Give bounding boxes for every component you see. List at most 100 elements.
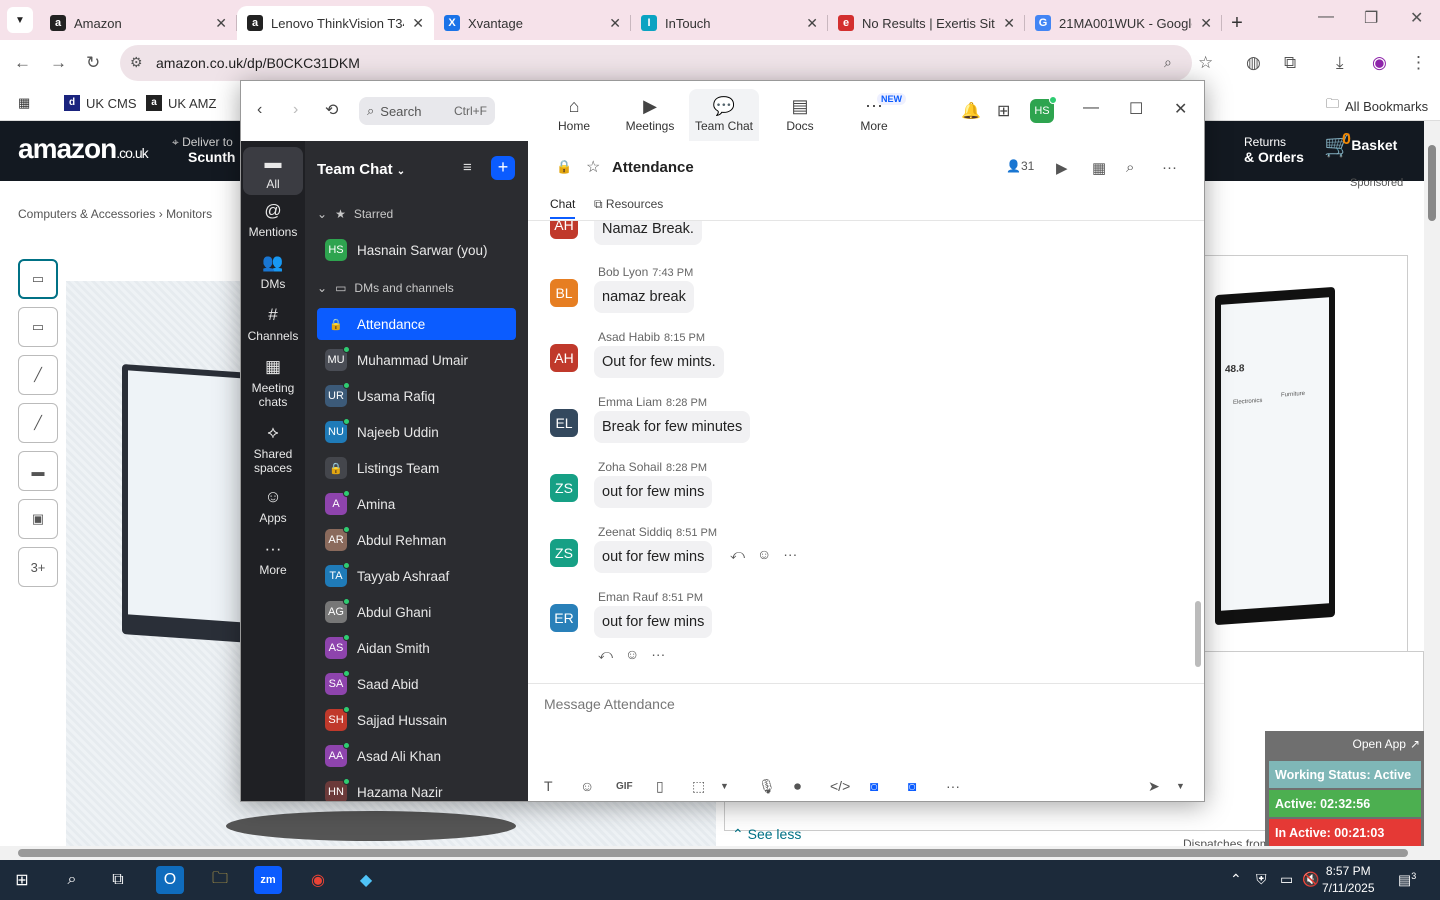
close-tab-icon[interactable]: ✕ xyxy=(1200,15,1212,32)
history-icon[interactable]: ⟲ xyxy=(325,100,338,120)
calendar-icon[interactable]: ▦ xyxy=(1092,159,1106,177)
open-app-button[interactable]: Open App ↗ xyxy=(1353,737,1420,751)
close-tab-icon[interactable]: ✕ xyxy=(806,15,818,32)
video-icon[interactable]: ▶ xyxy=(1056,159,1068,177)
avatar[interactable]: ZS xyxy=(550,539,578,567)
channel-list-item[interactable]: HN Hazama Nazir xyxy=(317,776,516,801)
channel-list-item[interactable]: UR Usama Rafiq xyxy=(317,380,516,412)
scrollbar-thumb[interactable] xyxy=(18,849,1408,857)
new-chat-button[interactable]: + xyxy=(491,156,515,180)
nav-team-chat[interactable]: 💬 Team Chat xyxy=(689,89,759,141)
channel-title[interactable]: Attendance xyxy=(612,159,694,176)
all-bookmarks-button[interactable]: 🗀 All Bookmarks xyxy=(1326,95,1428,117)
search-icon[interactable]: ⌕ xyxy=(1126,159,1134,176)
minimize-icon[interactable]: — xyxy=(1318,8,1334,26)
channel-list-item[interactable]: AG Abdul Ghani xyxy=(317,596,516,628)
basket-link[interactable]: 🛒 0 Basket xyxy=(1324,131,1397,159)
outlook-icon[interactable]: O xyxy=(156,866,184,894)
rail-channels[interactable]: # Channels xyxy=(243,305,303,343)
star-outline-icon[interactable]: ☆ xyxy=(586,157,600,177)
product-thumbnail[interactable]: ▣ xyxy=(18,499,58,539)
video-message-icon[interactable]: ⏺ xyxy=(794,778,801,795)
emoji-reaction-icon[interactable]: ☺ xyxy=(757,546,771,563)
message-author[interactable]: Asad Habib 8:15 PM xyxy=(598,330,705,344)
avatar[interactable]: AH xyxy=(550,344,578,372)
network-icon[interactable]: ▭ xyxy=(1280,871,1293,888)
tab-search-button[interactable]: ▼ xyxy=(0,0,40,40)
filter-icon[interactable]: ≡ xyxy=(463,159,472,176)
more-options-icon[interactable]: ··· xyxy=(1162,159,1177,176)
product-thumbnail[interactable]: ▭ xyxy=(18,307,58,347)
screenshot-icon[interactable]: ⬚ xyxy=(692,778,705,795)
extensions-icon[interactable]: ⧉ xyxy=(1284,53,1296,73)
code-icon[interactable]: </> xyxy=(830,778,850,794)
more-thumbnails[interactable]: 3+ xyxy=(18,547,58,587)
message-author[interactable]: Zeenat Siddiq 8:51 PM xyxy=(598,525,717,539)
close-tab-icon[interactable]: ✕ xyxy=(1003,15,1015,32)
notifications-button[interactable]: ▤3 xyxy=(1398,871,1416,889)
bookmark-uk-amz[interactable]: a UK AMZ xyxy=(146,95,216,111)
channel-list-item[interactable]: TA Tayyab Ashraaf xyxy=(317,560,516,592)
reply-icon[interactable]: ⤺ xyxy=(598,646,613,663)
close-tab-icon[interactable]: ✕ xyxy=(412,15,424,32)
browser-tab[interactable]: G 21MA001WUK - Google ✕ xyxy=(1025,6,1222,40)
close-icon[interactable]: ✕ xyxy=(1174,99,1187,119)
back-icon[interactable]: ‹ xyxy=(257,101,262,119)
nav-docs[interactable]: ▤ Docs xyxy=(765,89,835,141)
nav-meetings[interactable]: ▶ Meetings xyxy=(615,89,685,141)
more-options-icon[interactable]: ··· xyxy=(783,546,797,563)
app-icon[interactable]: ◙ xyxy=(870,778,878,794)
rail-dms[interactable]: 👥 DMs xyxy=(243,253,303,291)
close-tab-icon[interactable]: ✕ xyxy=(215,15,227,32)
maximize-icon[interactable]: ☐ xyxy=(1129,99,1143,119)
scrollbar-thumb[interactable] xyxy=(1428,145,1436,221)
browser-tab[interactable]: e No Results | Exertis Site ✕ xyxy=(828,6,1025,40)
message-author[interactable]: Eman Rauf 8:51 PM xyxy=(598,590,703,604)
avatar[interactable]: BL xyxy=(550,279,578,307)
chevron-down-icon[interactable]: ▼ xyxy=(1176,781,1185,791)
zoom-search-input[interactable]: ⌕ Search Ctrl+F xyxy=(359,97,495,125)
apps-grid-icon[interactable]: ▦ xyxy=(18,95,30,111)
close-icon[interactable]: ✕ xyxy=(1410,8,1423,28)
product-thumbnail[interactable]: ╱ xyxy=(18,355,58,395)
rail-apps[interactable]: ☺ Apps xyxy=(243,487,303,525)
address-bar[interactable]: ⚙ amazon.co.uk/dp/B0CKC31DKM ⌕ xyxy=(120,45,1192,81)
dms-channels-section[interactable]: ⌄ ▭ DMs and channels xyxy=(317,281,454,295)
page-scrollbar-vertical[interactable] xyxy=(1424,121,1440,846)
browser-tab[interactable]: I InTouch ✕ xyxy=(631,6,828,40)
message-author[interactable]: Zoha Sohail 8:28 PM xyxy=(598,460,707,474)
chat-scrollbar[interactable] xyxy=(1194,221,1202,681)
nav-more[interactable]: ⋯ More NEW xyxy=(839,89,909,141)
chrome-icon[interactable]: ◉ xyxy=(304,866,332,894)
page-scrollbar-horizontal[interactable] xyxy=(0,846,1440,860)
download-icon[interactable]: ⤓ xyxy=(1336,53,1344,73)
bookmark-star-icon[interactable]: ☆ xyxy=(1198,53,1213,73)
profile-icon[interactable]: ◉ xyxy=(1372,53,1387,73)
back-icon[interactable]: ← xyxy=(14,53,31,73)
lens-icon[interactable]: ⌕ xyxy=(1164,54,1172,71)
security-icon[interactable]: ⛨ xyxy=(1256,871,1267,888)
task-view-icon[interactable]: ⧉ xyxy=(104,866,132,894)
product-thumbnail[interactable]: ╱ xyxy=(18,403,58,443)
product-thumbnail[interactable]: ▭ xyxy=(18,259,58,299)
scrollbar-thumb[interactable] xyxy=(1195,601,1201,667)
breadcrumb-link[interactable]: Computers & Accessories xyxy=(18,207,155,221)
channel-list-item[interactable]: MU Muhammad Umair xyxy=(317,344,516,376)
rail-all[interactable]: ▬ All xyxy=(243,147,303,195)
channel-list-item[interactable]: A Amina xyxy=(317,488,516,520)
product-thumbnail[interactable]: ▬ xyxy=(18,451,58,491)
reload-icon[interactable]: ↻ xyxy=(86,53,100,73)
channel-list-item[interactable]: SA Saad Abid xyxy=(317,668,516,700)
forward-icon[interactable]: › xyxy=(293,101,298,119)
browser-tab[interactable]: X Xvantage ✕ xyxy=(434,6,631,40)
microphone-icon[interactable]: 🎙 xyxy=(758,778,776,795)
message-composer[interactable]: Message Attendance T ☺ GIF ▯ ⬚ ▼ 🎙 ⏺ </>… xyxy=(528,683,1204,801)
breadcrumb-link[interactable]: Monitors xyxy=(166,207,212,221)
volume-muted-icon[interactable]: 🔇 xyxy=(1302,871,1319,888)
message-author[interactable]: Bob Lyon 7:43 PM xyxy=(598,265,693,279)
deliver-to[interactable]: ⌖ Deliver to Scunth xyxy=(172,135,235,166)
site-info-icon[interactable]: ⚙ xyxy=(130,54,143,71)
minimize-icon[interactable]: — xyxy=(1083,99,1099,117)
more-options-icon[interactable]: ··· xyxy=(651,646,665,663)
clock[interactable]: 8:57 PM 7/11/2025 xyxy=(1322,863,1375,897)
